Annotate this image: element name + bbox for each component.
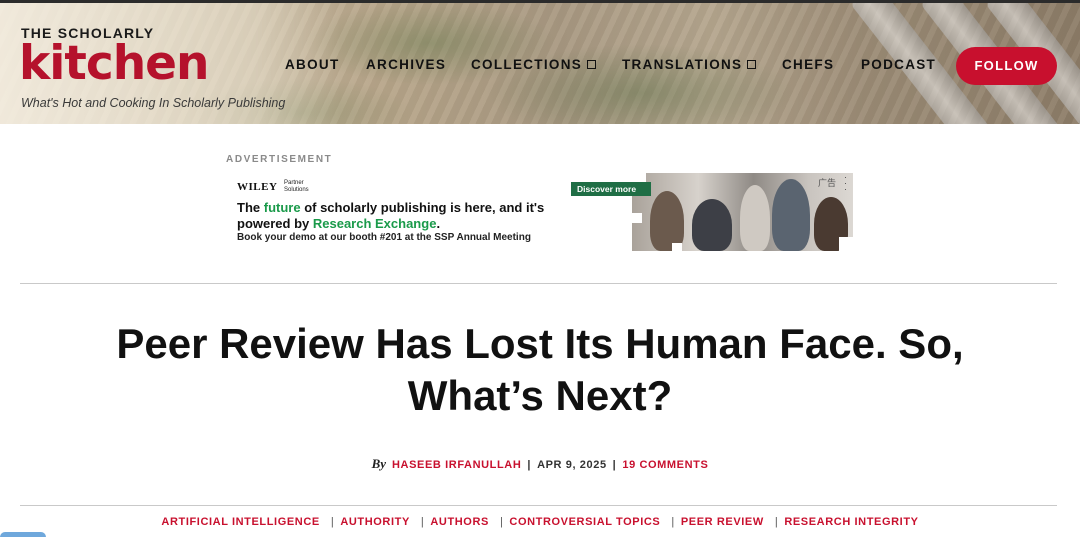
byline-prefix: By [371,456,387,471]
nav-item-chefs[interactable]: CHEFS [782,57,834,72]
ad-brand-sub-line: Solutions [284,187,309,193]
ad-discover-button[interactable]: Discover more [571,182,651,196]
dropdown-icon [587,60,597,69]
tag-artificial-intelligence[interactable]: ARTIFICIAL INTELLIGENCE [161,516,319,528]
nav-item-translations[interactable]: TRANSLATIONS [622,57,757,72]
advertisement-label: ADVERTISEMENT [226,154,333,165]
tag-authors[interactable]: AUTHORS [430,516,489,528]
divider [20,283,1057,284]
ad-headline-part: The [237,200,264,215]
ad-tag: 广告 [818,178,837,188]
article-byline: By HASEEB IRFANULLAH | APR 9, 2025 | 19 COMME… [0,456,1080,472]
nav-label: TRANSLATIONS [622,57,743,72]
nav-label: PODCAST [861,57,937,72]
ad-brand-subtitle: Partner Solutions [284,180,309,194]
site-header: THE SCHOLARLY kitchen What's Hot and Coo… [0,0,1080,124]
nav-item-archives[interactable]: ARCHIVES [366,57,446,72]
article-tags: ARTIFICIAL INTELLIGENCE | AUTHORITY | AUTHOR… [0,516,1080,528]
divider [20,505,1057,506]
publish-date: APR 9, 2025 [537,459,607,471]
nav-label: ARCHIVES [366,57,447,72]
tag-separator: | [420,516,425,528]
byline-separator: | [527,459,532,471]
tag-authority[interactable]: AUTHORITY [340,516,410,528]
article-title: Peer Review Has Lost Its Human Face. So,… [116,320,964,419]
tag-separator: | [330,516,335,528]
logo-main-text: kitchen [19,36,209,91]
byline-separator: | [612,459,617,471]
tag-separator: | [671,516,675,528]
ad-subline: Book your demo at our booth #201 at the … [237,232,531,243]
ad-headline-highlight: Research Exchange [312,215,437,231]
nav-item-podcast[interactable]: PODCAST [861,57,936,72]
ad-headline: The future of scholarly publishing is he… [237,200,557,231]
tag-controversial-topics[interactable]: CONTROVERSIAL TOPICS [509,516,660,528]
more-options-icon[interactable]: · · · [844,173,847,194]
dropdown-icon [747,60,757,69]
follow-button[interactable]: FOLLOW [956,47,1057,85]
advertisement-banner[interactable]: WILEY Partner Solutions The future of sc… [226,170,856,254]
tag-separator: | [499,516,504,528]
nav-label: COLLECTIONS [471,57,583,72]
ad-brand-logo: WILEY [237,181,278,193]
comments-link[interactable]: 19 COMMENTS [622,459,708,471]
nav-label: ABOUT [285,57,340,72]
nav-item-collections[interactable]: COLLECTIONS [471,57,597,72]
nav-item-about[interactable]: ABOUT [285,57,340,72]
tag-research-integrity[interactable]: RESEARCH INTEGRITY [784,516,918,528]
floating-widget-tab[interactable] [0,532,46,537]
author-link[interactable]: HASEEB IRFANULLAH [392,459,521,471]
tag-peer-review[interactable]: PEER REVIEW [681,516,764,528]
nav-label: CHEFS [782,57,835,72]
site-tagline: What's Hot and Cooking In Scholarly Publ… [21,96,286,110]
ad-headline-highlight: future [263,200,301,215]
ad-headline-part: . [436,215,441,231]
ad-brand-sub-line: Partner [284,180,304,186]
tag-separator: | [774,516,779,528]
